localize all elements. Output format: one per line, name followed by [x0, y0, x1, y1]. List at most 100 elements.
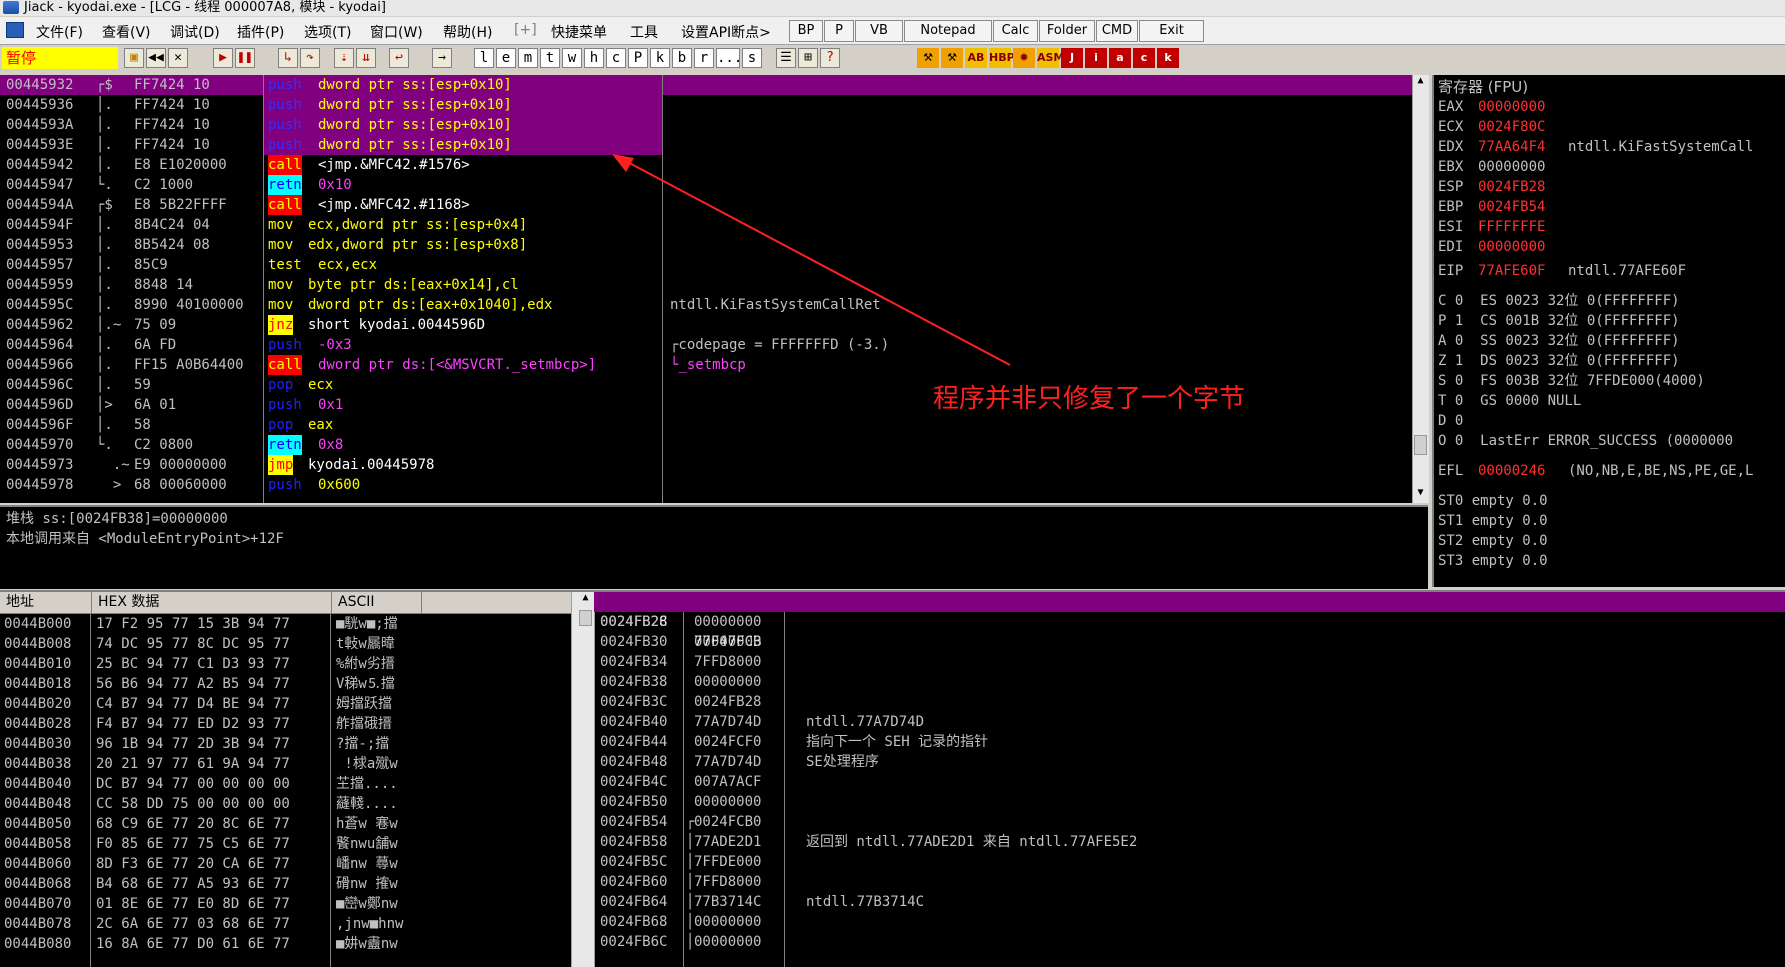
plugin-logo-k[interactable]: k	[1157, 48, 1179, 68]
toolbar-callstack-button[interactable]: k	[650, 48, 670, 68]
dump-row[interactable]: 0044B008 74 DC 95 77 8C DC 95 77 t軙w屫暐	[0, 634, 570, 654]
toolbar-log-button[interactable]: l	[474, 48, 494, 68]
stack-row[interactable]: 0024FB44 0024FCF0 指向下一个 SEH 记录的指针	[594, 732, 1785, 752]
goto-icon[interactable]: →	[432, 48, 452, 68]
dump-row[interactable]: 0044B018 56 B6 94 77 A2 B5 94 77 V稊w⒌擋	[0, 674, 570, 694]
plugin-hbp-icon[interactable]: HBP	[989, 48, 1015, 68]
menu-window[interactable]: 窗口(W)	[370, 22, 423, 42]
menu-plugins[interactable]: 插件(P)	[237, 22, 284, 42]
disasm-row[interactable]: 00445973 .~ E9 00000000 jmp kyodai.00445978	[0, 455, 1412, 475]
dump-row[interactable]: 0044B050 68 C9 6E 77 20 8C 6E 77 h蒼w 寋w	[0, 814, 570, 834]
stack-row[interactable]: 0024FB3C 0024FB28	[594, 692, 1785, 712]
stack-row[interactable]: 0024FB64 │ 77B3714C ntdll.77B3714C	[594, 892, 1785, 912]
toolbar-patches-button[interactable]: P	[628, 48, 648, 68]
dump-row[interactable]: 0044B048 CC 58 DD 75 00 00 00 00 蘕輚....	[0, 794, 570, 814]
dump-header-hex[interactable]: HEX 数据	[92, 592, 332, 614]
disasm-row[interactable]: 0044593A │. FF7424 10 push dword ptr ss:[esp…	[0, 115, 1412, 135]
disassembly-scrollbar[interactable]: ▲ ▼	[1412, 75, 1429, 503]
stack-row[interactable]: 0024FB2C 00000000	[594, 612, 1785, 632]
stack-row[interactable]: 0024FB48 77A7D74D SE处理程序	[594, 752, 1785, 772]
dump-row[interactable]: 0044B068 B4 68 6E 77 A5 93 6E 77 磆nw 搉w	[0, 874, 570, 894]
plugin-logo-a[interactable]: a	[1109, 48, 1131, 68]
stack-scrollbar[interactable]: ▲	[578, 592, 595, 967]
stack-scroll-thumb[interactable]	[579, 610, 592, 626]
disasm-row[interactable]: 00445932 ┌$ FF7424 10 push dword ptr ss:[esp…	[0, 75, 1412, 95]
app-menu-icon[interactable]	[6, 22, 24, 38]
dump-row[interactable]: 0044B070 01 8E 6E 77 E0 8D 6E 77 ■巒w鄭nw	[0, 894, 570, 914]
plugin-asm-icon[interactable]: ASM	[1037, 48, 1064, 68]
stack-row[interactable]: 0024FB6C │ 00000000	[594, 932, 1785, 952]
quick-cmd-button[interactable]: CMD	[1096, 20, 1138, 42]
disasm-row[interactable]: 00445978 >68 00060000 push 0x600	[0, 475, 1412, 495]
toolbar-runtrace-button[interactable]: ...	[716, 48, 742, 68]
disasm-row[interactable]: 00445936 │. FF7424 10 push dword ptr ss:[esp…	[0, 95, 1412, 115]
plugin-gear-icon[interactable]: ✹	[1013, 48, 1035, 68]
scroll-down-icon[interactable]: ▼	[1413, 487, 1428, 501]
disasm-row[interactable]: 00445970 └. C2 0800 retn 0x8	[0, 435, 1412, 455]
dump-row[interactable]: 0044B028 F4 B7 94 77 ED D2 93 77 舴擋硪搢	[0, 714, 570, 734]
quick-exit-button[interactable]: Exit	[1139, 20, 1204, 42]
stack-row-selected[interactable]: 0024FB28 77F47FCB	[594, 592, 1785, 650]
menu-debug[interactable]: 调试(D)	[170, 22, 220, 42]
disasm-row[interactable]: 0044596F │. 58 pop eax	[0, 415, 1412, 435]
toolbar-memory-button[interactable]: m	[518, 48, 538, 68]
scroll-thumb[interactable]	[1414, 435, 1427, 455]
quick-notepad-button[interactable]: Notepad	[904, 20, 992, 42]
registers-pane[interactable]: 寄存器 (FPU) EAX 00000000 ECX 0024F80C EDX 77AA6…	[1432, 75, 1785, 587]
dump-header-ascii[interactable]: ASCII	[332, 592, 422, 614]
dump-header-address[interactable]: 地址	[0, 592, 92, 614]
quick-calc-button[interactable]: Calc	[993, 20, 1038, 42]
menu-help[interactable]: 帮助(H)	[443, 22, 492, 42]
menu-expand[interactable]: [+]	[514, 22, 537, 38]
open-file-icon[interactable]: ▣	[124, 48, 144, 68]
toolbar-windows-button[interactable]: w	[562, 48, 582, 68]
stack-row[interactable]: 0024FB5C │ 7FFDE000	[594, 852, 1785, 872]
menu-shortcuts[interactable]: 快捷菜单	[551, 22, 607, 42]
dump-row[interactable]: 0044B058 F0 85 6E 77 75 C5 6E 77 饏nwu舗w	[0, 834, 570, 854]
toolbar-source-button[interactable]: s	[742, 48, 762, 68]
pause-icon[interactable]: ❚❚	[235, 48, 255, 68]
menu-file[interactable]: 文件(F)	[36, 22, 83, 42]
quick-p-button[interactable]: P	[824, 20, 854, 42]
memory-dump-pane[interactable]: 地址 HEX 数据 ASCII 0044B000 17 F2 95 77 15 3…	[0, 590, 578, 967]
plugin-logo-i[interactable]: i	[1085, 48, 1107, 68]
step-over-icon[interactable]: ↷	[300, 48, 320, 68]
stack-row[interactable]: 0024FB58 │ 77ADE2D1 返回到 ntdll.77ADE2D1 来自 n…	[594, 832, 1785, 852]
plugin-tool-2-icon[interactable]: ⚒	[941, 48, 963, 68]
stack-row[interactable]: 0024FB30 00000000	[594, 632, 1785, 652]
stack-row[interactable]: 0024FB4C 007A7ACF	[594, 772, 1785, 792]
menu-tools[interactable]: 工具	[630, 22, 658, 42]
help-icon[interactable]: ?	[820, 48, 840, 68]
trace-over-icon[interactable]: ⇊	[356, 48, 376, 68]
dump-row[interactable]: 0044B060 8D F3 6E 77 20 CA 6E 77 嶓nw 蕁w	[0, 854, 570, 874]
menu-api-breakpoint[interactable]: 设置API断点>	[681, 22, 771, 42]
execute-till-return-icon[interactable]: ↩	[389, 48, 409, 68]
dump-row[interactable]: 0044B078 2C 6A 6E 77 03 68 6E 77 ,jnw■hnw	[0, 914, 570, 934]
trace-into-icon[interactable]: ⇣	[334, 48, 354, 68]
stack-row[interactable]: 0024FB34 7FFD8000	[594, 652, 1785, 672]
stack-row[interactable]: 0024FB40 77A7D74D ntdll.77A7D74D	[594, 712, 1785, 732]
menu-view[interactable]: 查看(V)	[102, 22, 151, 42]
dump-row[interactable]: 0044B020 C4 B7 94 77 D4 BE 94 77 姆擋跃擋	[0, 694, 570, 714]
stack-row[interactable]: 0024FB54 ┌ 0024FCB0	[594, 812, 1785, 832]
dump-row[interactable]: 0044B030 96 1B 94 77 2D 3B 94 77 ?擋-;擋	[0, 734, 570, 754]
scroll-up-icon[interactable]: ▲	[1413, 75, 1428, 89]
toolbar-breakpoints-button[interactable]: b	[672, 48, 692, 68]
toolbar-references-button[interactable]: r	[694, 48, 714, 68]
plugin-logo-c[interactable]: c	[1133, 48, 1155, 68]
dump-row[interactable]: 0044B080 16 8A 6E 77 D0 61 6E 77 ■妌w衋nw	[0, 934, 570, 954]
dump-row[interactable]: 0044B040 DC B7 94 77 00 00 00 00 芏擋....	[0, 774, 570, 794]
quick-folder-button[interactable]: Folder	[1039, 20, 1095, 42]
quick-vb-button[interactable]: VB	[855, 20, 903, 42]
stack-row[interactable]: 0024FB68 │ 00000000	[594, 912, 1785, 932]
plugin-ab-icon[interactable]: AB	[965, 48, 987, 68]
step-into-icon[interactable]: ↳	[278, 48, 298, 68]
quick-bp-button[interactable]: BP	[789, 20, 823, 42]
toolbar-threads-button[interactable]: t	[540, 48, 560, 68]
run-icon[interactable]: ▶	[213, 48, 233, 68]
toolbar-cpu-button[interactable]: c	[606, 48, 626, 68]
stack-row[interactable]: 0024FB60 │ 7FFD8000	[594, 872, 1785, 892]
dump-row[interactable]: 0044B038 20 21 97 77 61 9A 94 77 !梂a殧w	[0, 754, 570, 774]
dump-row[interactable]: 0044B000 17 F2 95 77 15 3B 94 77 ■駫w■;擋	[0, 614, 570, 634]
close-icon[interactable]: ✕	[168, 48, 188, 68]
